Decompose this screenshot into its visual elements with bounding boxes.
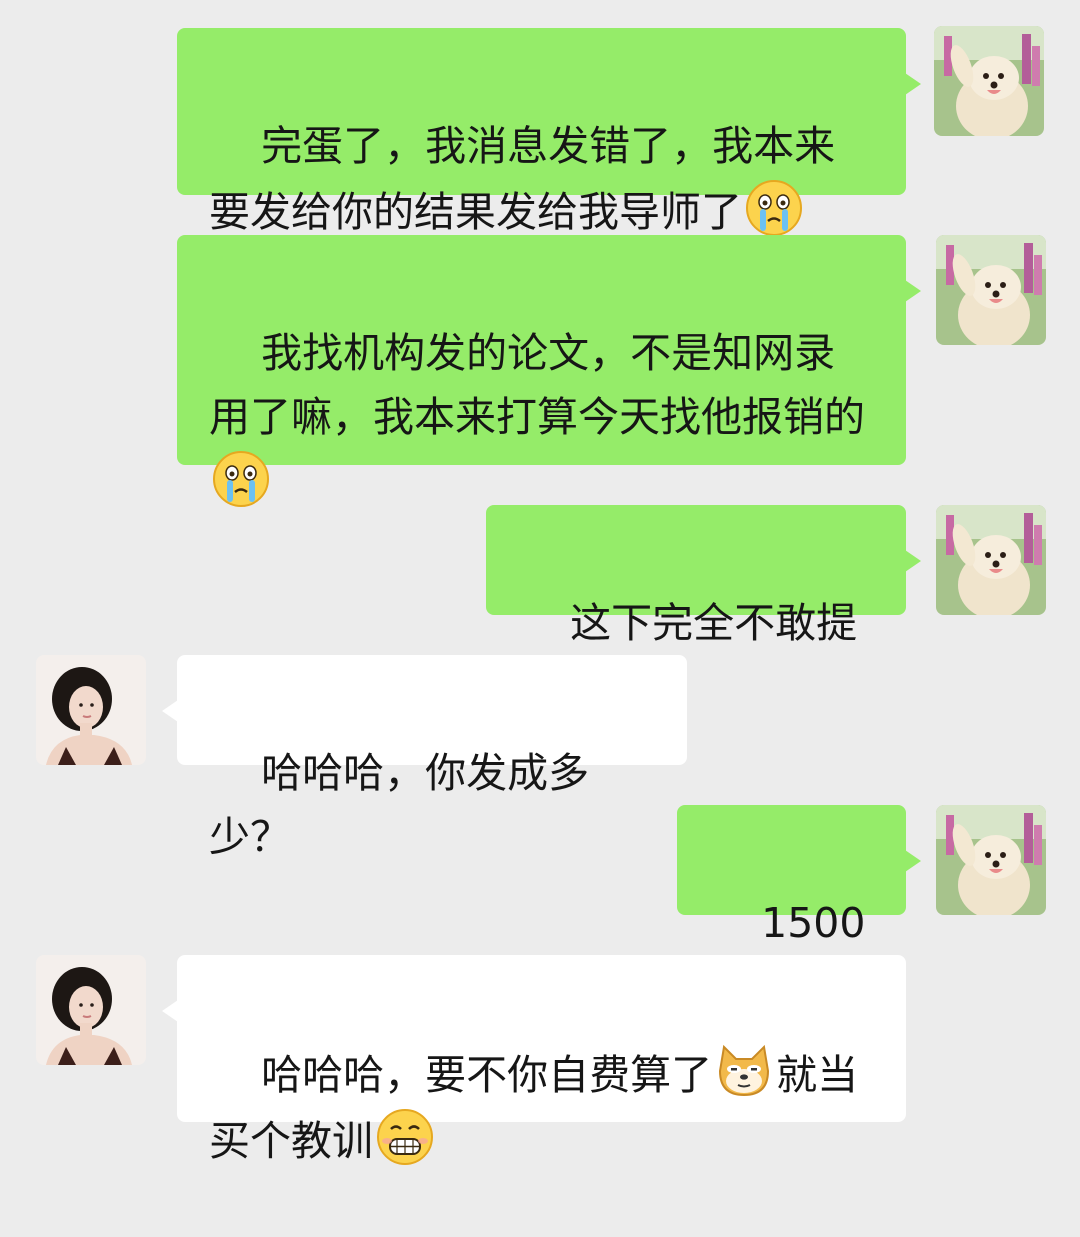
grinning-teeth-face-icon [375, 1107, 435, 1167]
doge-face-icon [714, 1041, 774, 1101]
message-bubble-outgoing[interactable]: 我找机构发的论文，不是知网录用了嘛，我本来打算今天找他报销的 [177, 235, 921, 507]
woman-portrait-icon [36, 955, 146, 1065]
message-text: 哈哈哈，你发成多少？ [209, 749, 590, 861]
crying-face-icon [211, 449, 271, 509]
samoyed-dog-icon [936, 235, 1046, 345]
message-bubble-outgoing[interactable]: 1500 [677, 805, 921, 1013]
contact-avatar[interactable] [36, 955, 146, 1065]
chat-area: 完蛋了，我消息发错了，我本来要发给你的结果发给我导师了 我找机构发的论文，不是知… [0, 0, 1080, 1165]
self-avatar[interactable] [936, 235, 1046, 345]
message-text: 我找机构发的论文，不是知网录用了嘛，我本来打算今天找他报销的 [209, 329, 865, 441]
samoyed-dog-icon [936, 805, 1046, 915]
message-bubble-incoming[interactable]: 哈哈哈，要不你自费算了 就当买个教训 [162, 955, 906, 1165]
self-avatar[interactable] [934, 26, 1044, 136]
crying-face-icon [744, 178, 804, 238]
samoyed-dog-icon [934, 26, 1044, 136]
samoyed-dog-icon [936, 505, 1046, 615]
message-text: 哈哈哈，要不你自费算了 [261, 1051, 713, 1099]
message-bubble-outgoing[interactable]: 完蛋了，我消息发错了，我本来要发给你的结果发给我导师了 [177, 28, 921, 236]
self-avatar[interactable] [936, 805, 1046, 915]
message-text: 1500 [761, 899, 866, 947]
message-bubble-outgoing[interactable]: 这下完全不敢提了 [486, 505, 921, 711]
message-text: 完蛋了，我消息发错了，我本来要发给你的结果发给我导师了 [209, 122, 836, 236]
self-avatar[interactable] [936, 505, 1046, 615]
woman-portrait-icon [36, 655, 146, 765]
contact-avatar[interactable] [36, 655, 146, 765]
message-bubble-incoming[interactable]: 哈哈哈，你发成多少？ [162, 655, 687, 861]
